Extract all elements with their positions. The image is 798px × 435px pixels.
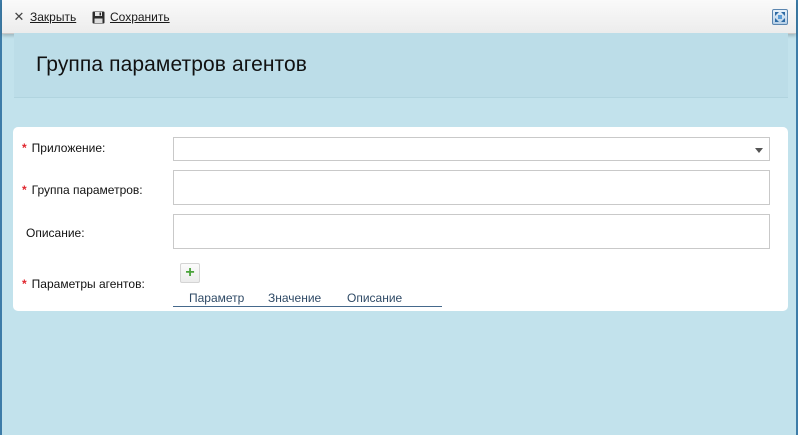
application-label-text: Приложение:	[31, 141, 106, 155]
column-header-description[interactable]: Описание	[347, 291, 402, 305]
parameter-group-label: * Группа параметров:	[22, 183, 143, 197]
close-button[interactable]: ✕ Закрыть	[13, 9, 77, 25]
toolbar: ✕ Закрыть Сохранить	[2, 0, 796, 34]
application-label: * Приложение:	[22, 141, 105, 155]
chevron-down-icon[interactable]	[755, 148, 763, 153]
agent-parameters-label-text: Параметры агентов:	[31, 277, 145, 291]
close-icon: ✕	[13, 9, 25, 24]
parameter-group-input[interactable]	[173, 170, 770, 205]
required-marker: *	[22, 277, 27, 291]
close-label: Закрыть	[30, 10, 77, 24]
column-header-value[interactable]: Значение	[268, 291, 321, 305]
save-label: Сохранить	[110, 10, 170, 24]
window: ✕ Закрыть Сохранить Группа параметров аг…	[0, 0, 798, 435]
save-button[interactable]: Сохранить	[92, 9, 170, 25]
description-label: Описание:	[26, 226, 85, 240]
window-resize-icon[interactable]	[772, 9, 788, 25]
add-parameter-button[interactable]: +	[180, 263, 200, 283]
parameters-grid-header: Параметр Значение Описание	[173, 290, 442, 307]
parameter-group-label-text: Группа параметров:	[31, 183, 143, 197]
required-marker: *	[22, 183, 27, 197]
page-title: Группа параметров агентов	[36, 53, 308, 76]
description-input[interactable]	[173, 214, 770, 249]
floppy-disk-icon	[92, 11, 105, 24]
required-marker: *	[22, 141, 27, 155]
agent-parameters-label: * Параметры агентов:	[22, 277, 145, 291]
description-label-text: Описание:	[26, 226, 85, 240]
application-select[interactable]	[173, 137, 770, 161]
header-band: Группа параметров агентов	[14, 33, 788, 98]
plus-icon: +	[185, 264, 195, 281]
form-card: * Приложение: * Группа параметров: Описани…	[13, 127, 788, 311]
column-header-parameter[interactable]: Параметр	[189, 291, 244, 305]
